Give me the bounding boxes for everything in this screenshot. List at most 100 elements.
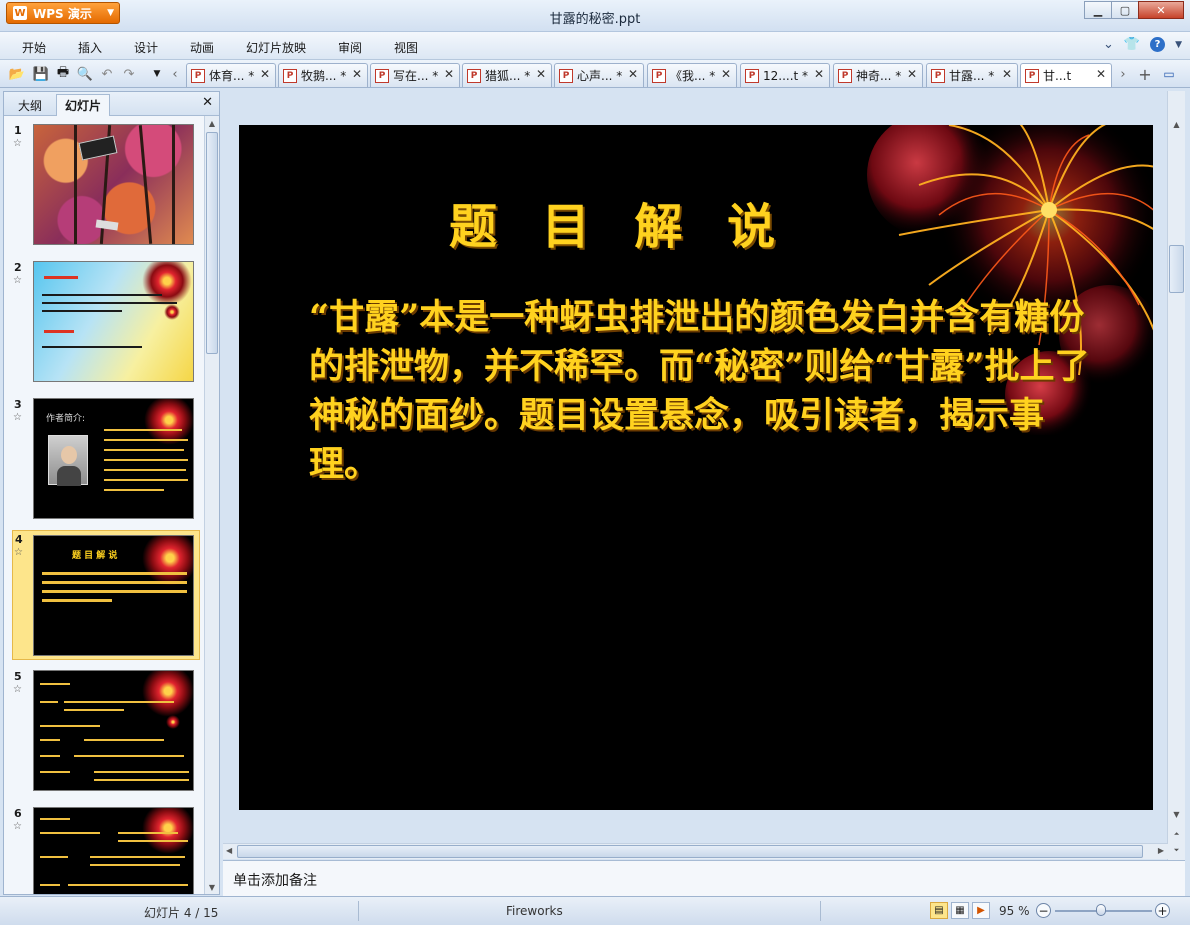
document-tab[interactable]: P 体育... * ✕	[186, 63, 276, 87]
tab-close-icon[interactable]: ✕	[352, 67, 362, 81]
ppt-file-icon: P	[467, 68, 481, 83]
slide-number: 3	[14, 398, 22, 411]
slide-indicator: 幻灯片 4 / 15	[144, 906, 219, 920]
scroll-down-icon[interactable]: ▼	[1168, 807, 1185, 821]
normal-view-icon[interactable]: ▤	[930, 902, 948, 919]
zoom-slider-handle[interactable]	[1095, 904, 1106, 916]
scroll-up-icon[interactable]: ▲	[1168, 117, 1185, 131]
slide-number: 1	[14, 124, 22, 137]
print-preview-icon[interactable]: 🔍	[76, 65, 94, 83]
transition-star-icon: ☆	[13, 412, 22, 423]
slide-number: 5	[14, 670, 22, 683]
next-slide-icon[interactable]: ⏷	[1168, 843, 1185, 857]
tab-close-icon[interactable]: ✕	[444, 67, 454, 81]
thumbnail-image	[33, 261, 194, 382]
transition-star-icon: ☆	[13, 138, 22, 149]
document-tab[interactable]: P 《我... * ✕	[647, 63, 737, 87]
close-button[interactable]: ✕	[1138, 1, 1184, 19]
menu-animation[interactable]: 动画	[190, 39, 214, 56]
scroll-down-icon[interactable]: ▼	[205, 880, 219, 894]
slide-thumbnail[interactable]: 5 ☆	[12, 668, 200, 796]
slide-body-text[interactable]: “甘露”本是一种蚜虫排泄出的颜色发白并含有糖份的排泄物，并不稀罕。而“秘密”则给…	[309, 293, 1099, 489]
menu-review[interactable]: 审阅	[338, 39, 362, 56]
notes-pane[interactable]: 单击添加备注	[223, 860, 1185, 896]
document-tab[interactable]: P 心声... * ✕	[554, 63, 644, 87]
tab-label: 甘露... *	[949, 69, 995, 83]
ppt-file-icon: P	[375, 68, 389, 83]
tab-close-icon[interactable]: ✕	[1002, 67, 1012, 81]
scroll-right-icon[interactable]: ▶	[1158, 846, 1164, 855]
zoom-out-icon[interactable]: −	[1036, 903, 1051, 918]
ppt-file-icon: P	[283, 68, 297, 83]
tab-close-icon[interactable]: ✕	[907, 67, 917, 81]
scrollbar-thumb[interactable]	[1169, 245, 1184, 293]
scroll-tabs-left-icon[interactable]: ‹	[166, 65, 184, 83]
menu-home[interactable]: 开始	[22, 39, 46, 56]
ppt-file-icon: P	[652, 68, 666, 83]
document-tab[interactable]: P 甘露... * ✕	[926, 63, 1018, 87]
slide-vertical-scrollbar[interactable]: ▲ ▼ ⏶ ⏷	[1167, 91, 1185, 861]
document-tab[interactable]: P 猎狐... * ✕	[462, 63, 552, 87]
tab-close-icon[interactable]: ✕	[814, 67, 824, 81]
collapse-ribbon-icon[interactable]: ⌄	[1103, 37, 1114, 52]
document-tab[interactable]: P 写在... * ✕	[370, 63, 460, 87]
scroll-tabs-right-icon[interactable]: ›	[1114, 65, 1132, 83]
tab-outline[interactable]: 大纲	[10, 94, 50, 116]
document-tab[interactable]: P 牧鹅... * ✕	[278, 63, 368, 87]
document-tab-active[interactable]: P 甘...t ✕	[1020, 63, 1112, 87]
slide-thumbnail[interactable]: 6 ☆	[12, 805, 200, 894]
slide-canvas[interactable]: 题 目 解 说 “甘露”本是一种蚜虫排泄出的颜色发白并含有糖份的排泄物，并不稀罕…	[239, 125, 1153, 810]
scroll-up-icon[interactable]: ▲	[205, 116, 219, 130]
document-tab[interactable]: P 神奇... * ✕	[833, 63, 923, 87]
tab-close-icon[interactable]: ✕	[628, 67, 638, 81]
transition-star-icon: ☆	[13, 821, 22, 832]
minimize-button[interactable]: ▁	[1084, 1, 1112, 19]
customize-toolbar-icon[interactable]: ▼	[148, 65, 166, 83]
menu-insert[interactable]: 插入	[78, 39, 102, 56]
tab-label: 猎狐... *	[485, 69, 531, 83]
tab-close-icon[interactable]: ✕	[1096, 67, 1106, 81]
menu-view[interactable]: 视图	[394, 39, 418, 56]
thumbnail-scrollbar[interactable]: ▲ ▼	[204, 116, 219, 894]
undo-icon[interactable]: ↶	[98, 65, 116, 83]
previous-slide-icon[interactable]: ⏶	[1168, 827, 1185, 841]
scroll-left-icon[interactable]: ◀	[226, 846, 232, 855]
tab-label: 12....t *	[763, 68, 809, 83]
panel-close-icon[interactable]: ✕	[202, 95, 213, 110]
slide-horizontal-scrollbar[interactable]: ◀ ▶	[223, 843, 1168, 859]
slide-sorter-view-icon[interactable]: ▦	[951, 902, 969, 919]
slide-title[interactable]: 题 目 解 说	[449, 187, 789, 257]
scrollbar-thumb[interactable]	[206, 132, 218, 354]
maximize-button[interactable]: ▢	[1111, 1, 1139, 19]
title-bar: W WPS 演示 ▼ 甘露的秘密.ppt ▁ ▢ ✕	[0, 0, 1190, 32]
window-layout-icon[interactable]: ▭	[1160, 65, 1178, 83]
menu-design[interactable]: 设计	[134, 39, 158, 56]
save-icon[interactable]: 💾	[32, 65, 50, 83]
tab-close-icon[interactable]: ✕	[260, 67, 270, 81]
slide-thumbnail[interactable]: 3 ☆ 作者简介:	[12, 396, 200, 524]
notes-placeholder[interactable]: 单击添加备注	[233, 870, 317, 890]
document-tab[interactable]: P 12....t * ✕	[740, 63, 830, 87]
redo-icon[interactable]: ↷	[120, 65, 138, 83]
slide-number: 2	[14, 261, 22, 274]
slideshow-view-icon[interactable]: ▶	[972, 902, 990, 919]
tab-close-icon[interactable]: ✕	[536, 67, 546, 81]
slides-panel: 大纲 幻灯片 ✕ 1 ☆ 2 ☆ 3 ☆ 作者简介: 4 ☆ 题 目 解 说 5…	[3, 91, 220, 895]
help-icon[interactable]: ?	[1150, 37, 1166, 52]
slide-thumbnail[interactable]: 2 ☆	[12, 259, 200, 387]
skin-shirt-icon[interactable]: 👕	[1124, 37, 1140, 52]
print-icon[interactable]: 🖶	[54, 65, 72, 83]
window-controls: ▁ ▢ ✕	[1084, 1, 1184, 19]
menu-right-icons: ⌄ 👕 ? ▼	[1103, 37, 1182, 52]
help-dropdown-icon[interactable]: ▼	[1175, 40, 1182, 52]
tab-label: 神奇... *	[856, 69, 902, 83]
slide-thumbnail-selected[interactable]: 4 ☆ 题 目 解 说	[12, 530, 200, 660]
scrollbar-thumb[interactable]	[237, 845, 1143, 858]
zoom-in-icon[interactable]: +	[1155, 903, 1170, 918]
tab-close-icon[interactable]: ✕	[721, 67, 731, 81]
open-folder-icon[interactable]: 📂	[8, 65, 26, 83]
new-tab-icon[interactable]: +	[1136, 65, 1154, 84]
tab-slides[interactable]: 幻灯片	[56, 94, 111, 116]
slide-thumbnail[interactable]: 1 ☆	[12, 122, 200, 250]
menu-slideshow[interactable]: 幻灯片放映	[246, 39, 306, 56]
